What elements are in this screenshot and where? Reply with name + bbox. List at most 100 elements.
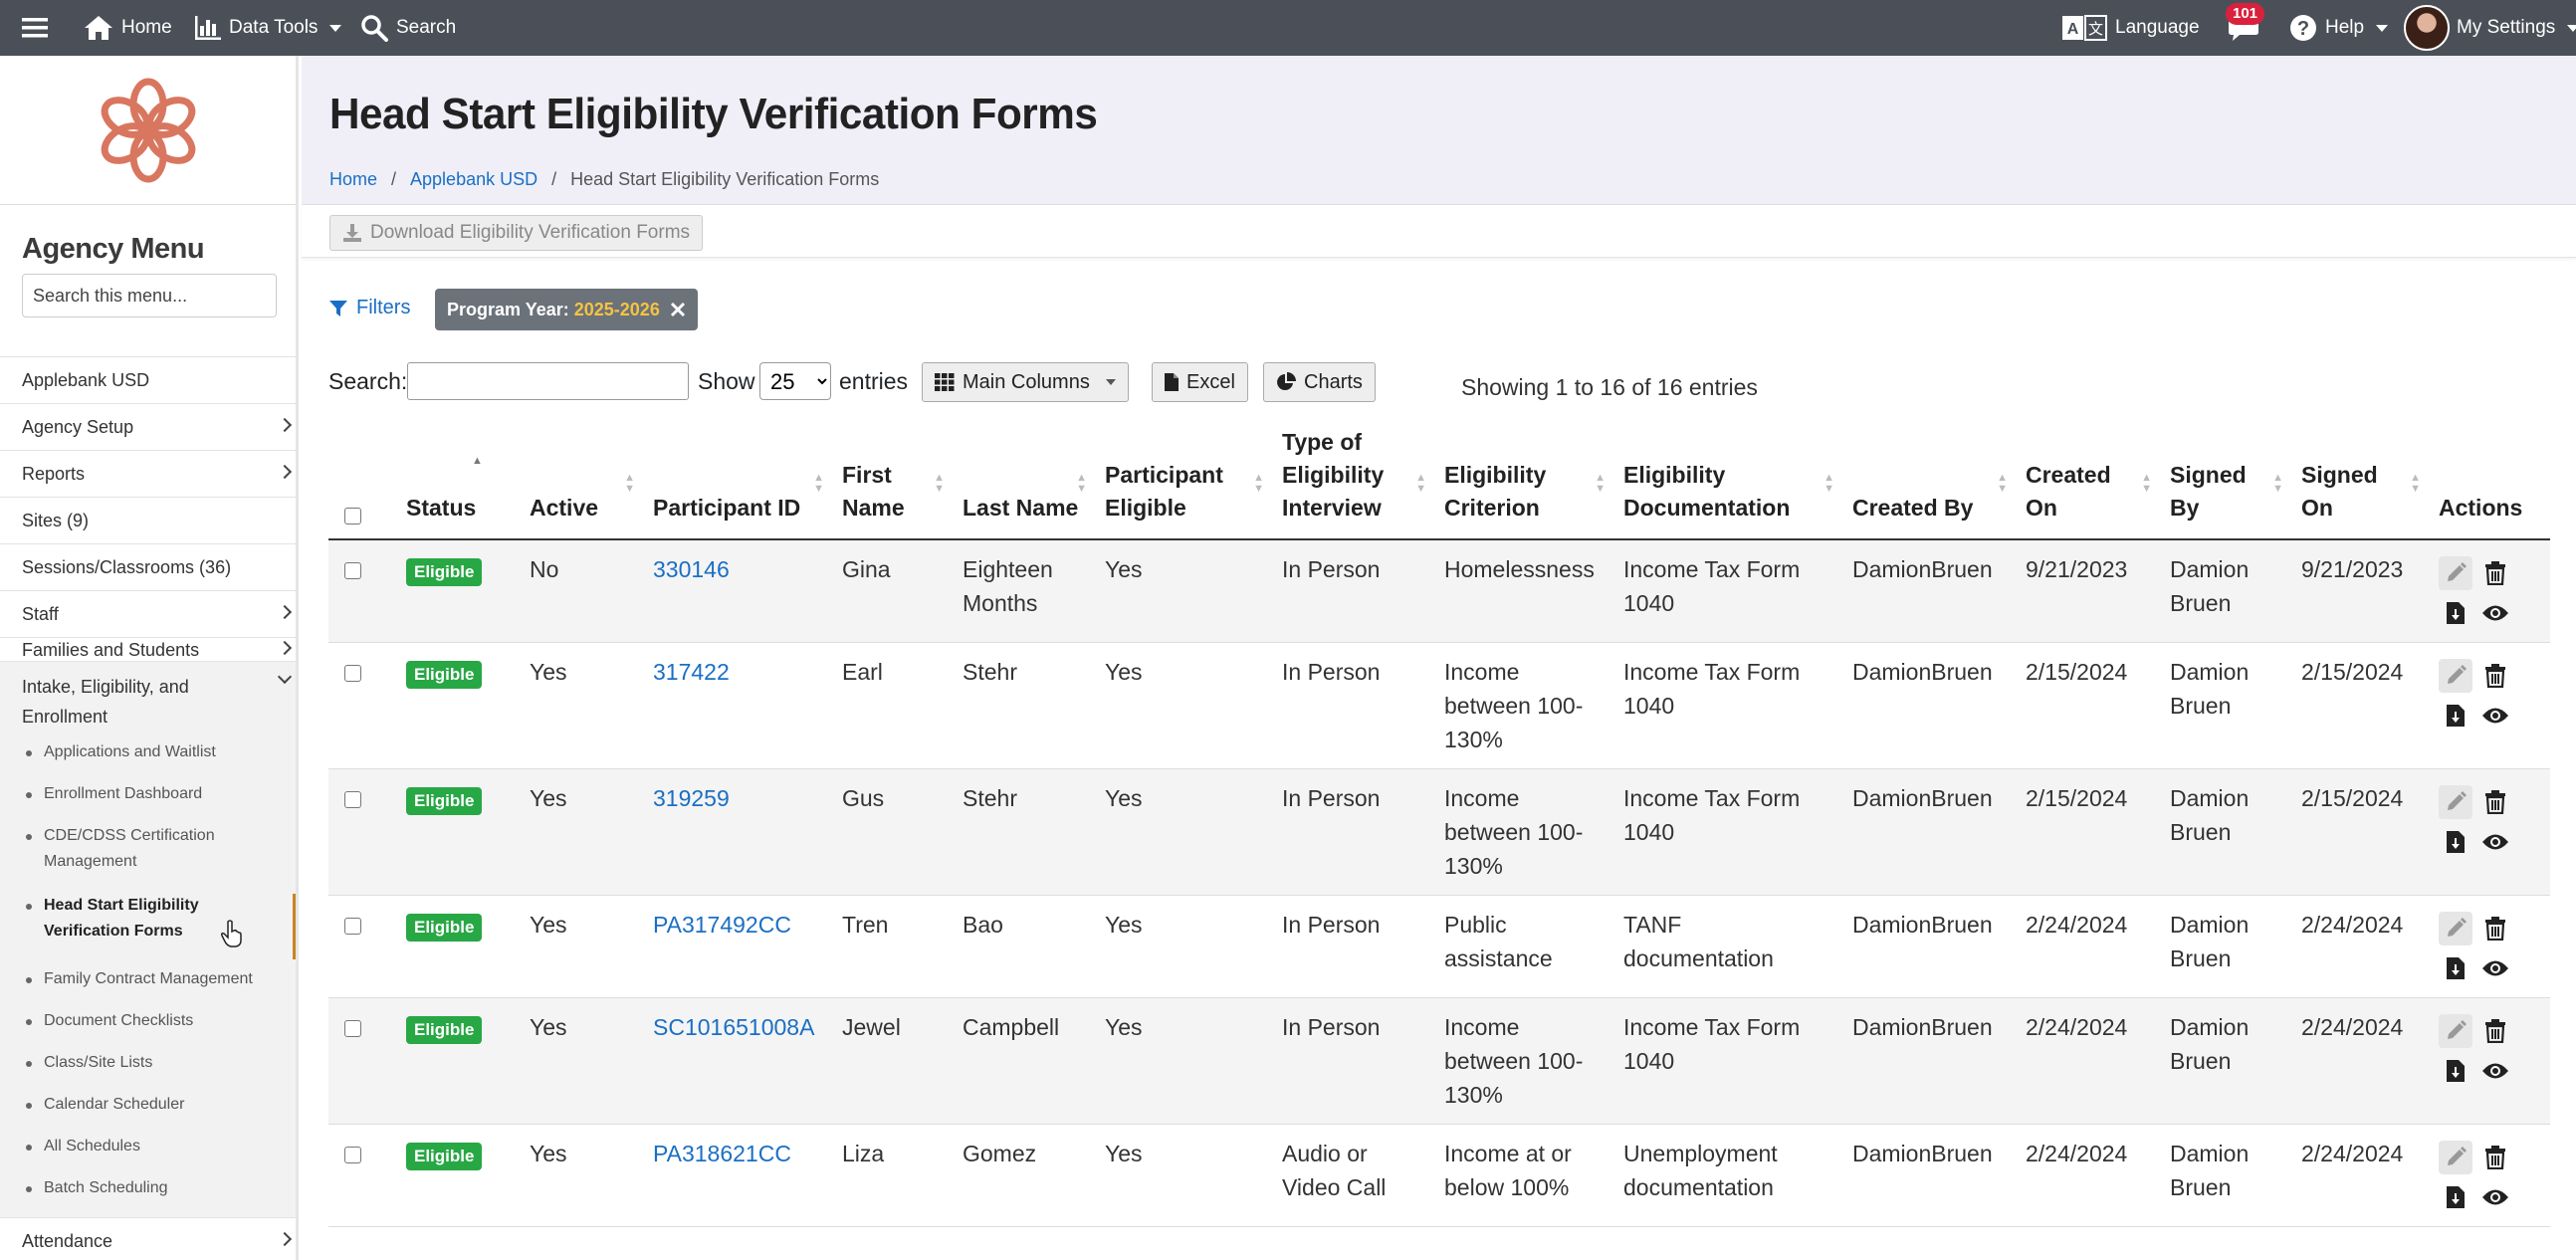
column-header-participant-id[interactable]: Participant ID ▲ ▼ bbox=[641, 413, 830, 540]
view-button[interactable] bbox=[2478, 596, 2512, 630]
row-checkbox[interactable] bbox=[344, 918, 361, 935]
column-header-last-name[interactable]: Last Name ▲ ▼ bbox=[951, 413, 1093, 540]
edit-button[interactable] bbox=[2439, 785, 2472, 819]
edit-button[interactable] bbox=[2439, 1014, 2472, 1048]
delete-button[interactable] bbox=[2478, 912, 2512, 945]
sidebar-item-sites[interactable]: Sites (9) bbox=[0, 497, 296, 543]
column-header-first-name[interactable]: First Name ▲ ▼ bbox=[830, 413, 951, 540]
created-by-cell: DamionBruen bbox=[1840, 997, 2014, 1125]
column-header-active[interactable]: Active ▲ ▼ bbox=[518, 413, 641, 540]
sidebar-item-agency-setup[interactable]: Agency Setup bbox=[0, 403, 296, 450]
participant-id-link[interactable]: PA317492CC bbox=[653, 912, 791, 938]
column-header-signed-on[interactable]: Signed On ▲ ▼ bbox=[2289, 413, 2427, 540]
download-pdf-button[interactable] bbox=[2439, 596, 2472, 630]
nav-home-link[interactable]: Home bbox=[84, 0, 172, 56]
sidebar-item-sessions-classrooms[interactable]: Sessions/Classrooms (36) bbox=[0, 543, 296, 590]
delete-button[interactable] bbox=[2478, 1014, 2512, 1048]
download-pdf-button[interactable] bbox=[2439, 1054, 2472, 1088]
download-pdf-button[interactable] bbox=[2439, 825, 2472, 859]
participant-id-link[interactable]: SC101651008A bbox=[653, 1014, 814, 1040]
chevron-down-icon[interactable] bbox=[277, 669, 293, 685]
nav-language-link[interactable]: A文 Language bbox=[2061, 0, 2200, 56]
column-header-status[interactable]: Status ▲ bbox=[394, 413, 518, 540]
column-header-documentation[interactable]: Eligibility Documentation ▲ ▼ bbox=[1611, 413, 1840, 540]
column-header-interview-type[interactable]: Type of Eligibility Interview ▲ ▼ bbox=[1270, 413, 1432, 540]
sidebar-subitem-cde-cdss-certification[interactable]: CDE/CDSS Certification Management bbox=[26, 823, 275, 875]
participant-id-link[interactable]: PA318621CC bbox=[653, 1141, 791, 1166]
delete-button[interactable] bbox=[2478, 785, 2512, 819]
sidebar-item-attendance[interactable]: Attendance bbox=[0, 1217, 296, 1260]
nav-help-label: Help bbox=[2325, 17, 2365, 38]
column-header-criterion[interactable]: Eligibility Criterion ▲ ▼ bbox=[1432, 413, 1611, 540]
column-header-created-on[interactable]: Created On ▲ ▼ bbox=[2014, 413, 2158, 540]
nav-search-link[interactable]: Search bbox=[360, 0, 456, 56]
filters-button[interactable]: Filters bbox=[328, 297, 410, 319]
hamburger-menu-button[interactable] bbox=[22, 0, 48, 56]
first-name-cell: Liza bbox=[830, 1124, 951, 1227]
row-checkbox[interactable] bbox=[344, 665, 361, 682]
download-forms-button[interactable]: Download Eligibility Verification Forms bbox=[329, 215, 704, 251]
delete-button[interactable] bbox=[2478, 1141, 2512, 1174]
breadcrumb-home[interactable]: Home bbox=[329, 169, 377, 190]
status-cell: Eligible bbox=[394, 642, 518, 769]
menu-search-input[interactable] bbox=[22, 274, 277, 317]
row-checkbox[interactable] bbox=[344, 1147, 361, 1163]
table-search-input[interactable] bbox=[407, 362, 689, 400]
charts-button[interactable]: Charts bbox=[1263, 362, 1376, 402]
breadcrumb-applebank[interactable]: Applebank USD bbox=[410, 169, 537, 190]
row-checkbox[interactable] bbox=[344, 1020, 361, 1037]
close-icon[interactable] bbox=[670, 302, 686, 317]
edit-button[interactable] bbox=[2439, 912, 2472, 945]
edit-button[interactable] bbox=[2439, 556, 2472, 590]
view-button[interactable] bbox=[2478, 1054, 2512, 1088]
participant-id-link[interactable]: 330146 bbox=[653, 556, 730, 582]
select-all-checkbox[interactable] bbox=[344, 508, 361, 525]
view-button[interactable] bbox=[2478, 825, 2512, 859]
sidebar-subitem-enrollment-dashboard[interactable]: Enrollment Dashboard bbox=[26, 781, 275, 807]
sidebar-subitem-family-contract[interactable]: Family Contract Management bbox=[26, 966, 275, 992]
delete-button[interactable] bbox=[2478, 659, 2512, 693]
sidebar-item-applebank[interactable]: Applebank USD bbox=[0, 356, 296, 403]
edit-button[interactable] bbox=[2439, 659, 2472, 693]
row-checkbox[interactable] bbox=[344, 562, 361, 579]
nav-search-label: Search bbox=[396, 17, 457, 38]
download-pdf-button[interactable] bbox=[2439, 699, 2472, 733]
delete-button[interactable] bbox=[2478, 556, 2512, 590]
avatar[interactable] bbox=[2404, 5, 2450, 51]
sidebar-item-families-students[interactable]: Families and Students bbox=[0, 637, 296, 661]
sidebar-subitem-calendar-scheduler[interactable]: Calendar Scheduler bbox=[26, 1092, 275, 1118]
table-row: Eligible Yes PA317492CC Tren Bao Yes In … bbox=[328, 895, 2550, 998]
documentation-cell: Income Tax Form 1040 bbox=[1611, 539, 1840, 643]
nav-data-tools-dropdown[interactable]: Data Tools bbox=[195, 0, 342, 56]
nav-help-dropdown[interactable]: ? Help bbox=[2289, 0, 2389, 56]
column-header-participant-eligible[interactable]: Participant Eligible ▲ ▼ bbox=[1093, 413, 1270, 540]
download-pdf-button[interactable] bbox=[2439, 951, 2472, 985]
actions-cell bbox=[2427, 895, 2550, 998]
sidebar-item-intake[interactable]: Intake, Eligibility, and Enrollment bbox=[22, 672, 261, 732]
sidebar-subitem-document-checklists[interactable]: Document Checklists bbox=[26, 1008, 275, 1034]
sidebar-subitem-all-schedules[interactable]: All Schedules bbox=[26, 1134, 275, 1159]
column-header-created-by[interactable]: Created By ▲ ▼ bbox=[1840, 413, 2014, 540]
agency-logo-icon[interactable] bbox=[94, 76, 203, 185]
sidebar-subitem-applications-waitlist[interactable]: Applications and Waitlist bbox=[26, 739, 275, 765]
participant-id-link[interactable]: 319259 bbox=[653, 785, 730, 811]
trash-icon bbox=[2485, 664, 2505, 688]
sidebar-item-reports[interactable]: Reports bbox=[0, 450, 296, 497]
view-button[interactable] bbox=[2478, 1180, 2512, 1214]
excel-export-button[interactable]: Excel bbox=[1152, 362, 1248, 402]
sidebar-subitem-batch-scheduling[interactable]: Batch Scheduling bbox=[26, 1175, 275, 1201]
nav-my-settings-dropdown[interactable]: My Settings bbox=[2457, 0, 2576, 56]
filters-label: Filters bbox=[356, 297, 411, 318]
row-checkbox[interactable] bbox=[344, 791, 361, 808]
documentation-cell: Unemployment documentation bbox=[1611, 1124, 1840, 1227]
edit-button[interactable] bbox=[2439, 1141, 2472, 1174]
main-columns-button[interactable]: Main Columns bbox=[922, 362, 1129, 402]
download-pdf-button[interactable] bbox=[2439, 1180, 2472, 1214]
sidebar-subitem-class-site-lists[interactable]: Class/Site Lists bbox=[26, 1050, 275, 1076]
view-button[interactable] bbox=[2478, 951, 2512, 985]
entries-per-page-select[interactable]: 25 bbox=[759, 362, 831, 400]
column-header-signed-by[interactable]: Signed By ▲ ▼ bbox=[2158, 413, 2289, 540]
participant-id-link[interactable]: 317422 bbox=[653, 659, 730, 685]
view-button[interactable] bbox=[2478, 699, 2512, 733]
participant-eligible-cell: Yes bbox=[1093, 539, 1270, 643]
